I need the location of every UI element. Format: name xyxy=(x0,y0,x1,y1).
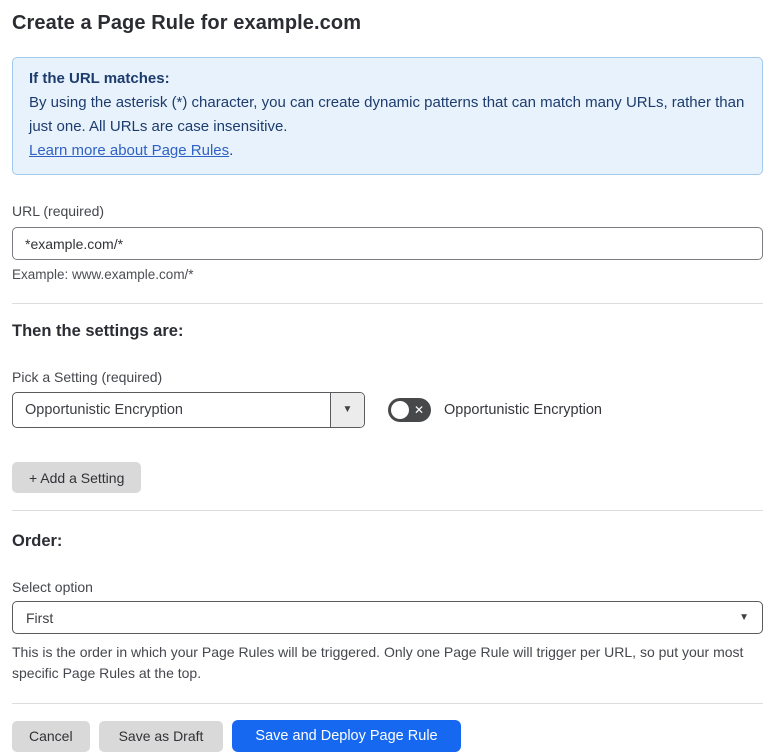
order-section-heading: Order: xyxy=(12,532,63,550)
toggle-label: Opportunistic Encryption xyxy=(444,402,602,418)
url-example-helper: Example: www.example.com/* xyxy=(12,267,194,282)
create-page-rule-panel: Create a Page Rule for example.com If th… xyxy=(0,0,775,752)
save-as-draft-button[interactable]: Save as Draft xyxy=(98,720,224,752)
add-setting-button[interactable]: + Add a Setting xyxy=(12,462,142,493)
order-helper-text: This is the order in which your Page Rul… xyxy=(12,644,744,681)
info-box-body: By using the asterisk (*) character, you… xyxy=(29,94,745,135)
info-box-heading: If the URL matches: xyxy=(29,70,170,87)
settings-section-heading: Then the settings are: xyxy=(12,322,184,340)
x-icon: ✕ xyxy=(413,403,424,417)
toggle-knob xyxy=(391,401,409,419)
setting-select[interactable]: Opportunistic Encryption ▼ xyxy=(12,392,365,428)
opportunistic-encryption-toggle[interactable]: ✕ xyxy=(388,398,431,422)
footer-actions: Cancel Save as Draft Save and Deploy Pag… xyxy=(12,720,763,752)
pick-setting-label: Pick a Setting (required) xyxy=(12,369,163,385)
info-box-link-line: Learn more about Page Rules. xyxy=(29,139,746,163)
cancel-button[interactable]: Cancel xyxy=(12,720,90,752)
learn-more-page-rules-link[interactable]: Learn more about Page Rules xyxy=(29,142,229,159)
setting-select-caret-button[interactable]: ▼ xyxy=(330,393,364,427)
order-select-value: First xyxy=(26,609,54,626)
order-select[interactable]: First ▼ xyxy=(12,601,763,634)
footer-divider xyxy=(12,703,763,704)
chevron-down-icon: ▼ xyxy=(739,611,749,623)
link-suffix: . xyxy=(229,142,234,159)
url-field-label: URL (required) xyxy=(12,203,105,219)
setting-select-value: Opportunistic Encryption xyxy=(25,402,183,418)
url-input[interactable] xyxy=(12,227,763,260)
chevron-down-icon: ▼ xyxy=(342,404,353,415)
save-and-deploy-button[interactable]: Save and Deploy Page Rule xyxy=(232,720,461,752)
setting-row: Opportunistic Encryption ▼ ✕ Opportunist… xyxy=(12,392,763,428)
order-select-label: Select option xyxy=(12,579,93,595)
url-match-info-box: If the URL matches: By using the asteris… xyxy=(12,57,763,175)
page-title: Create a Page Rule for example.com xyxy=(12,12,362,34)
